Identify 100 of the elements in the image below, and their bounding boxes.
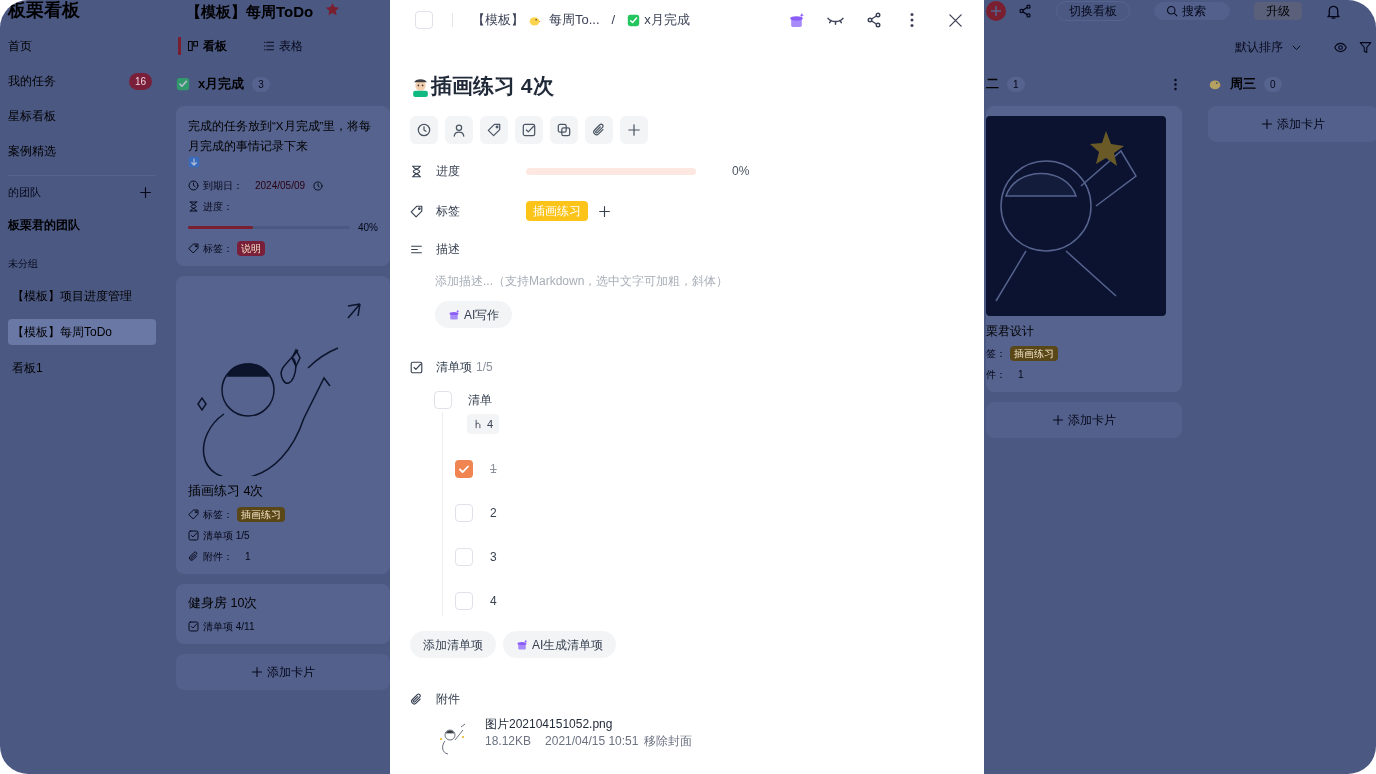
add-card-button[interactable]: 添加卡片 (176, 653, 390, 690)
add-icon (627, 123, 641, 137)
card-title: 健身房 10次 (188, 594, 259, 612)
magic-hat-icon[interactable] (788, 11, 805, 29)
breadcrumb-link[interactable]: 每周To... (549, 10, 600, 30)
team-item[interactable]: 板栗君的团队 (8, 215, 156, 234)
file-name[interactable]: 图片202104151052.png (485, 715, 693, 733)
field-value: 1 (245, 549, 251, 564)
magic-hat-icon (448, 308, 460, 321)
breadcrumb-link[interactable]: x月完成 (644, 10, 690, 30)
magic-hat-icon (516, 638, 528, 651)
board-item[interactable]: 【模板】项目进度管理 (8, 282, 156, 309)
copy-button[interactable] (550, 116, 578, 144)
checkbox-button[interactable] (515, 116, 543, 144)
tag-icon (188, 508, 199, 520)
field-label: 进度 (436, 163, 461, 180)
branch-icon (473, 419, 483, 429)
remove-cover-link[interactable]: 移除封面 (644, 732, 693, 750)
column-title: 二 (986, 75, 999, 94)
checkbox[interactable] (434, 391, 452, 409)
search-field[interactable]: 搜索 (1154, 2, 1230, 20)
checkbox[interactable] (455, 504, 473, 522)
card[interactable]: 栗君设计 签： 插画练习 件： 1 (986, 106, 1182, 392)
plus-icon (1052, 414, 1064, 426)
check-icon (458, 463, 470, 475)
sort-dropdown[interactable]: 默认排序 (1235, 38, 1302, 56)
eye-icon[interactable] (1334, 40, 1347, 54)
card-title: 栗君设计 (986, 323, 1035, 340)
board-item[interactable]: 看板1 (8, 354, 156, 381)
checklist-item[interactable]: 3 (490, 548, 497, 566)
task-title: 插画练习 4次 (431, 73, 554, 100)
checklist-item[interactable]: 1 (490, 460, 497, 478)
hourglass-icon (410, 164, 423, 178)
breadcrumb-link[interactable]: 【模板】 (472, 10, 524, 30)
sidebar-item[interactable]: 案例精选 (8, 142, 56, 160)
sidebar-item[interactable]: 我的任务 (8, 72, 56, 90)
tag-chip: 插画练习 (1010, 346, 1058, 361)
down-arrow-icon (188, 156, 200, 168)
field-label: 标签： (203, 507, 233, 522)
add-checklist-button[interactable]: 添加清单项 (410, 631, 496, 658)
count-badge: 0 (1264, 76, 1282, 92)
paperclip-icon (410, 692, 423, 706)
card[interactable]: 插画练习 4次 标签： 插画练习 清单项 1/5 附件： 1 (176, 276, 390, 574)
clock-icon (188, 180, 199, 191)
filter-icon[interactable] (1359, 40, 1372, 54)
checkmark-icon (627, 13, 641, 27)
clock-button[interactable] (410, 116, 438, 144)
add-icon[interactable] (598, 204, 611, 218)
search-icon (1166, 5, 1178, 17)
column-title: 周三 (1230, 75, 1256, 94)
plus-icon (1261, 118, 1273, 130)
checkbox[interactable] (455, 592, 473, 610)
checkbox[interactable] (455, 548, 473, 566)
user-icon (452, 123, 466, 137)
plus-icon (251, 665, 263, 678)
card-title: 插画练习 4次 (188, 483, 265, 500)
close-icon[interactable] (948, 12, 963, 28)
count-badge: 16 (128, 72, 152, 90)
tag-icon (188, 243, 199, 254)
card[interactable]: 完成的任务放到“X月完成”里，将每月完成的事情记录下来 到期日： 2024/05/09 进度： 40% 标签： 说明 (176, 106, 390, 266)
copy-icon (557, 123, 571, 137)
share-icon[interactable] (866, 12, 882, 28)
checklist-item[interactable]: 4 (490, 592, 497, 610)
board-item[interactable]: 【模板】每周ToDo (8, 318, 156, 345)
progress-value: 40% (358, 221, 378, 235)
checkbox[interactable] (455, 460, 473, 478)
field-label: 清单项 4/11 (203, 619, 255, 634)
card[interactable]: 健身房 10次 清单项 4/11 (176, 583, 390, 644)
tag-button[interactable] (480, 116, 508, 144)
field-label: 进度： (203, 200, 233, 214)
field-label: 件： (986, 368, 1006, 382)
file-size: 18.12KB (485, 733, 532, 750)
add-button[interactable] (620, 116, 648, 144)
user-button[interactable] (445, 116, 473, 144)
checklist-item[interactable]: 2 (490, 504, 497, 522)
sidebar-item[interactable]: 星标看板 (8, 107, 56, 125)
field-label: 标签： (203, 242, 233, 256)
sidebar-item[interactable]: 首页 (8, 37, 32, 55)
subtask-count-badge[interactable]: 4 (467, 414, 500, 434)
add-card-button[interactable]: 添加卡片 (1208, 106, 1376, 142)
ai-write-button[interactable]: AI写作 (435, 301, 513, 328)
progress-value: 0% (732, 163, 750, 180)
add-card-button[interactable]: 添加卡片 (986, 402, 1182, 438)
checkbox[interactable] (415, 11, 433, 29)
description-field[interactable]: 添加描述...（支持Markdown，选中文字可加粗，斜体） (435, 272, 964, 290)
view-tab[interactable]: 看板 (178, 37, 233, 55)
view-tab[interactable]: 表格 (257, 37, 309, 55)
ai-checklist-button[interactable]: AI生成清单项 (503, 631, 617, 658)
checkmark-icon (176, 77, 190, 91)
tag-icon (410, 204, 423, 218)
upgrade-button[interactable]: 升级 (1254, 2, 1302, 20)
field-label: 清单项 (436, 359, 472, 376)
section-heading: 未分组 (8, 256, 39, 271)
tag-icon (487, 123, 501, 137)
paperclip-button[interactable] (585, 116, 613, 144)
checklist-item[interactable]: 清单 (468, 391, 492, 409)
count-badge: 3 (252, 76, 270, 92)
star-icon[interactable] (325, 2, 341, 17)
clock-icon (313, 180, 324, 191)
bell-icon[interactable] (1326, 3, 1341, 19)
